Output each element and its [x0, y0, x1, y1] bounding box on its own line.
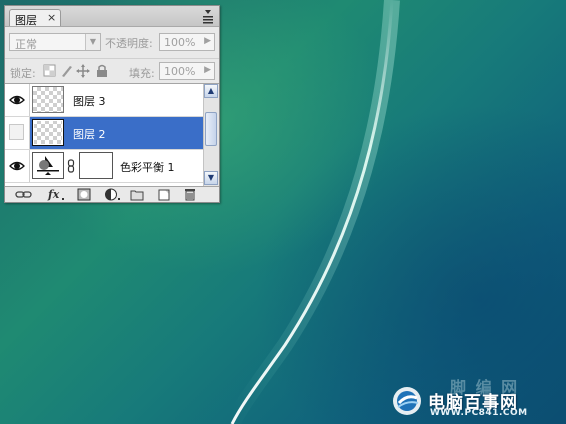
- fill-field[interactable]: 100% ▶: [159, 62, 215, 80]
- eye-icon[interactable]: [5, 150, 29, 182]
- close-icon[interactable]: ×: [47, 11, 56, 24]
- layer-thumbnail: [32, 119, 64, 146]
- link-layers-icon[interactable]: [15, 188, 33, 201]
- layer-mask-thumbnail[interactable]: [79, 152, 113, 179]
- new-layer-icon[interactable]: [157, 188, 171, 201]
- layer-name[interactable]: 色彩平衡 1: [120, 159, 175, 175]
- layer-row-layer-2[interactable]: 图层 2: [5, 117, 203, 150]
- svg-text:fx: fx: [47, 188, 60, 201]
- scroll-down-icon[interactable]: ▼: [204, 171, 218, 185]
- watermark: 脚 编 网 电脑百事网 WWW.PC841.COM: [390, 378, 560, 418]
- tab-layers[interactable]: 图层 ×: [9, 9, 61, 27]
- lock-options: [43, 64, 107, 78]
- opacity-label: 不透明度:: [105, 37, 153, 50]
- blend-mode-select[interactable]: 正常 ▼: [9, 33, 101, 51]
- chain-link-icon[interactable]: [67, 159, 75, 173]
- layer-row-color-balance-1[interactable]: 色彩平衡 1: [5, 150, 203, 183]
- watermark-url: WWW.PC841.COM: [430, 408, 528, 418]
- watermark-logo-icon: [393, 387, 421, 415]
- blend-opacity-row: 正常 ▼ 不透明度: 100% ▶: [5, 31, 219, 55]
- eye-icon[interactable]: [5, 84, 29, 116]
- opacity-value: 100%: [164, 36, 196, 49]
- lock-image-brush-icon[interactable]: [62, 66, 72, 77]
- visibility-toggle[interactable]: [5, 84, 30, 116]
- lock-label: 锁定:: [10, 67, 36, 80]
- visibility-toggle[interactable]: [5, 117, 30, 149]
- chevron-down-icon: ▼: [85, 34, 100, 50]
- layers-panel: 图层 × 正常 ▼ 不透明度: 100% ▶ 锁定: 填充: 100% ▶ 图层…: [4, 5, 220, 203]
- layer-name[interactable]: 图层 3: [73, 93, 106, 109]
- layer-name[interactable]: 图层 2: [73, 126, 106, 142]
- lock-position-move-icon[interactable]: [76, 64, 90, 78]
- fx-icon[interactable]: fx: [47, 188, 67, 201]
- layers-list: 图层 3 图层 2 色彩平衡 1 ▲ ▼: [5, 83, 219, 187]
- chevron-right-icon[interactable]: ▶: [204, 36, 211, 46]
- trash-icon[interactable]: [183, 188, 197, 201]
- panel-tab-bar: 图层 ×: [5, 6, 219, 27]
- opacity-field[interactable]: 100% ▶: [159, 33, 215, 51]
- blend-mode-value: 正常: [15, 38, 37, 51]
- panel-bottom-toolbar: fx: [5, 187, 219, 202]
- layer-thumbnail: [32, 86, 64, 113]
- visibility-toggle[interactable]: [5, 150, 30, 182]
- add-mask-icon[interactable]: [77, 188, 91, 201]
- visibility-empty-box[interactable]: [9, 124, 24, 140]
- panel-menu-icon[interactable]: [201, 8, 215, 24]
- scrollbar-thumb[interactable]: [205, 112, 217, 146]
- new-group-icon[interactable]: [130, 188, 144, 201]
- chevron-right-icon[interactable]: ▶: [204, 65, 211, 75]
- fill-label: 填充:: [129, 67, 155, 80]
- layers-scrollbar[interactable]: ▲ ▼: [203, 84, 219, 186]
- layer-row-layer-3[interactable]: 图层 3: [5, 84, 203, 117]
- lock-transparent-icon[interactable]: [43, 64, 56, 77]
- scroll-up-icon[interactable]: ▲: [204, 84, 218, 98]
- tab-layers-label: 图层: [15, 14, 37, 27]
- lock-all-icon[interactable]: [97, 64, 107, 78]
- fill-value: 100%: [164, 65, 196, 78]
- lock-fill-row: 锁定: 填充: 100% ▶: [5, 58, 219, 83]
- adjustment-layer-icon[interactable]: [104, 188, 122, 201]
- color-balance-adjustment-icon: [32, 152, 64, 179]
